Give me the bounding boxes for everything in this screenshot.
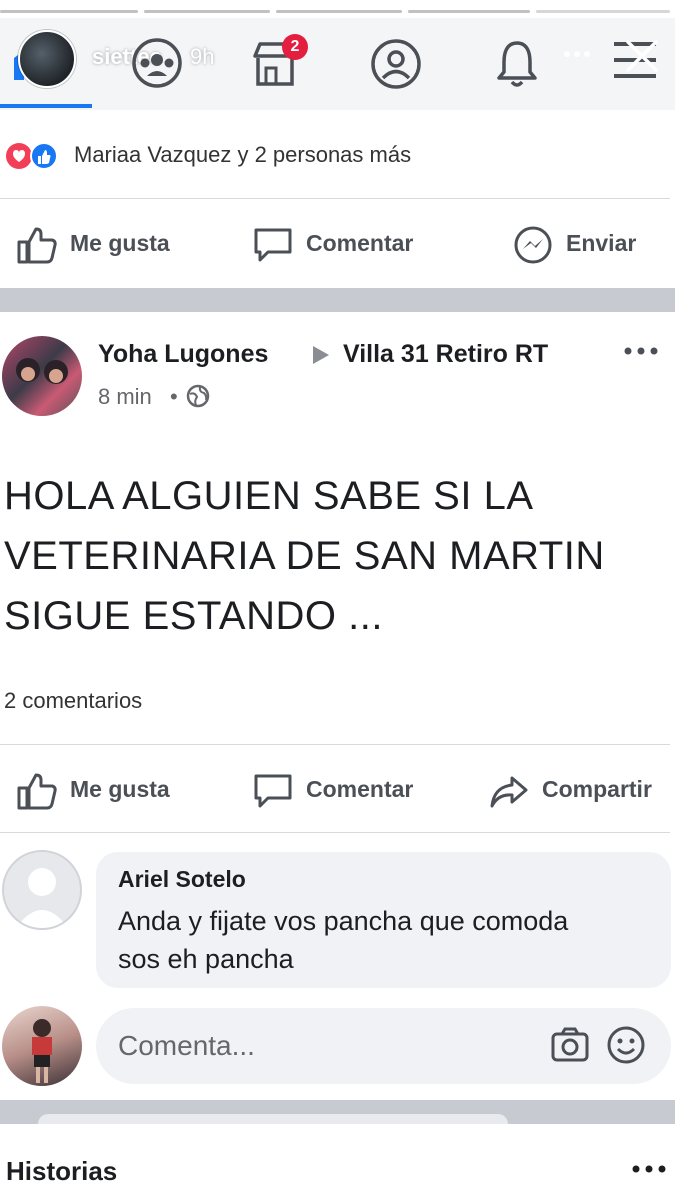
default-avatar-icon [16,868,68,928]
marketplace-badge: 2 [282,34,308,60]
camera-icon [551,1027,589,1062]
divider [0,744,670,745]
post-options-button[interactable] [622,344,660,358]
like-label: Me gusta [70,776,170,802]
send-label: Enviar [566,230,637,256]
comment-text-line: sos eh pancha [118,944,294,974]
story-avatar[interactable] [18,30,76,88]
post-body-line: SIGUE ESTANDO ... [4,594,383,638]
post-body-line: VETERINARIA DE SAN MARTIN [4,534,605,578]
story-more-options[interactable] [562,46,592,62]
messenger-icon [514,226,552,264]
active-tab-indicator [0,104,92,108]
profile-tab[interactable] [369,37,423,91]
author-photo [16,358,68,384]
comment-author[interactable]: Ariel Sotelo [118,866,246,893]
stories-options-button[interactable] [630,1162,668,1176]
post-time[interactable]: 8 min [98,384,152,410]
divider [0,832,670,833]
like-button[interactable]: Me gusta [16,222,186,266]
post-comment-button[interactable]: Comentar [252,768,432,812]
love-like-reaction-icon [6,142,58,170]
profile-icon [371,39,421,89]
thumbs-up-icon [17,227,57,264]
commenter-avatar[interactable] [2,850,82,930]
bell-icon [497,41,537,87]
comment-text: Anda y fijate vos pancha que comoda sos … [118,902,663,978]
comments-count[interactable]: 2 comentarios [4,688,142,714]
post-like-button[interactable]: Me gusta [16,768,186,812]
my-photo [32,1019,52,1083]
more-horizontal-icon [564,51,590,57]
more-horizontal-icon [624,347,658,355]
like-label: Me gusta [70,230,170,256]
post-body-line: HOLA ALGUIEN SABE SI LA [4,474,534,518]
comment-bubble-icon [254,774,292,808]
story-time: 9h [190,44,215,69]
share-button[interactable]: Compartir [488,768,668,812]
sheet-handle [38,1114,508,1128]
thumbs-up-icon [17,773,57,810]
reactions-summary[interactable]: Mariaa Vazquez y 2 personas más [74,142,411,168]
author-avatar[interactable] [2,336,82,416]
post-body: HOLA ALGUIEN SABE SI LA VETERINARIA DE S… [4,466,669,646]
my-avatar [2,1006,82,1086]
comment-button[interactable]: Comentar [252,222,432,266]
smiley-icon [607,1026,645,1064]
arrow-right-icon [310,344,332,366]
camera-button[interactable] [550,1026,590,1064]
comment-placeholder: Comenta... [118,1030,255,1061]
close-icon [626,40,658,72]
send-button[interactable]: Enviar [512,222,662,266]
globe-icon [186,384,210,408]
reaction-icons [4,140,68,172]
time-separator: • [170,384,178,409]
comment-label: Comentar [306,230,414,256]
comment-text-line: Anda y fijate vos pancha que comoda [118,906,569,936]
comment-label: Comentar [306,776,414,802]
groups-tab[interactable] [130,36,184,90]
post-author[interactable]: Yoha Lugones [98,340,268,369]
divider [0,198,670,199]
notifications-tab[interactable] [494,38,540,90]
more-horizontal-icon [632,1165,666,1173]
share-label: Compartir [542,776,652,802]
close-story-button[interactable] [622,36,662,76]
comment-bubble-icon [254,228,292,262]
groups-icon [132,38,182,88]
share-arrow-icon [490,776,528,808]
stories-title: Historias [6,1156,118,1186]
story-progress-bar [0,10,675,18]
feed-separator [0,288,675,312]
emoji-button[interactable] [606,1025,646,1065]
post-group[interactable]: Villa 31 Retiro RT [343,340,548,369]
